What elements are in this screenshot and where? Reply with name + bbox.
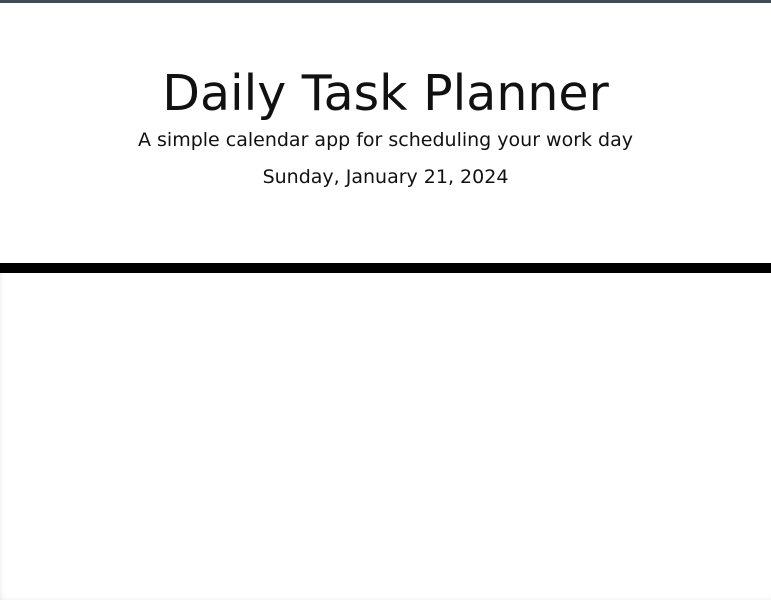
schedule-container xyxy=(0,273,771,600)
header-divider xyxy=(0,263,771,273)
page-title: Daily Task Planner xyxy=(162,65,609,122)
page-header: Daily Task Planner A simple calendar app… xyxy=(0,3,771,263)
page-subtitle: A simple calendar app for scheduling you… xyxy=(137,129,634,151)
current-date: Sunday, January 21, 2024 xyxy=(262,166,509,188)
